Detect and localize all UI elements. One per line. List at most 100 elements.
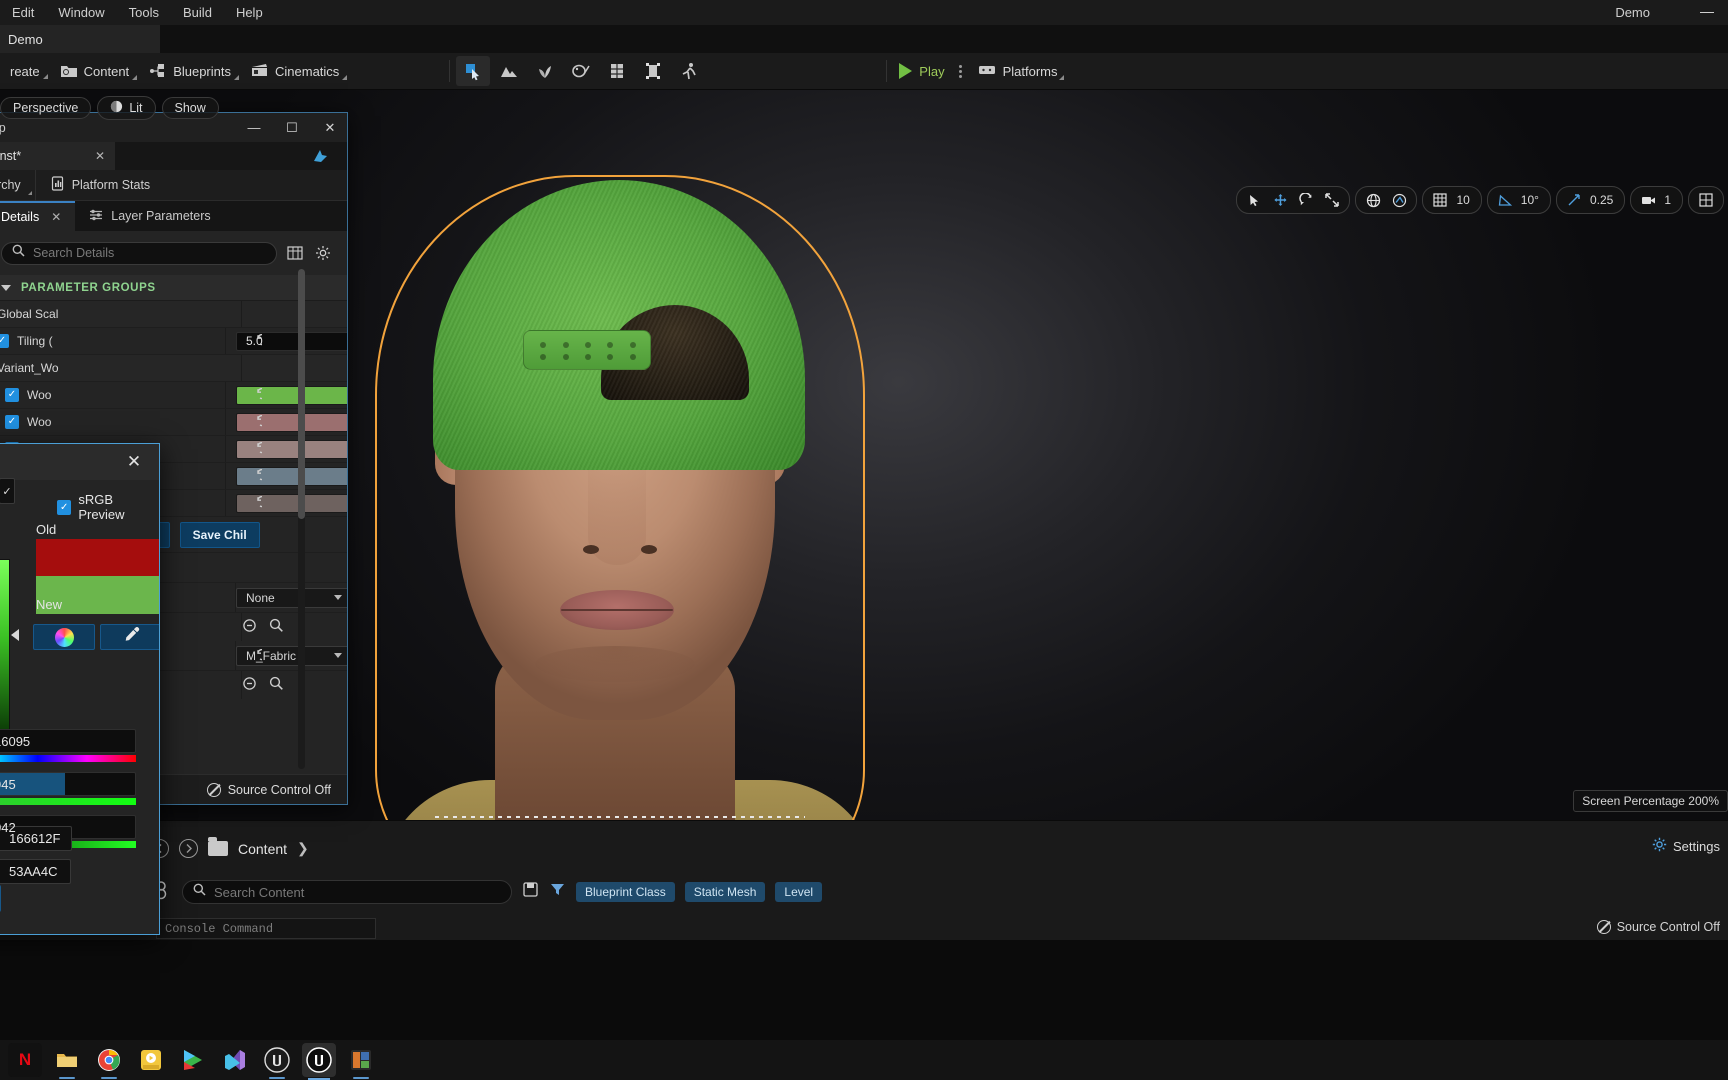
- asset-tab-close-icon[interactable]: ✕: [95, 149, 105, 163]
- param-row-color-2[interactable]: ✓ Woo: [0, 409, 347, 436]
- color-picker-dialog[interactable]: ✕ ✓ sRGB Preview ✓ Old New 6095 45 42 16…: [0, 443, 160, 935]
- close-icon[interactable]: ✕: [311, 113, 347, 142]
- taskbar-chrome-icon[interactable]: [92, 1043, 126, 1079]
- taskbar-netflix-icon[interactable]: N: [8, 1043, 42, 1077]
- save-asset-icon[interactable]: [312, 148, 329, 165]
- reset-icon[interactable]: [248, 468, 268, 483]
- content-search-input[interactable]: [214, 884, 501, 900]
- reset-icon[interactable]: [248, 387, 268, 402]
- parameter-groups-header[interactable]: PARAMETER GROUPS: [0, 275, 347, 301]
- toolbar-cinematics[interactable]: Cinematics: [241, 58, 349, 84]
- browse-asset-icon[interactable]: [242, 618, 257, 636]
- grid-snap-icon[interactable]: [1428, 189, 1452, 211]
- srgb-preview-toggle[interactable]: ✓ sRGB Preview: [57, 492, 159, 522]
- tiling-checkbox[interactable]: ✓: [0, 334, 9, 348]
- world-space-icon[interactable]: [1361, 189, 1385, 211]
- reset-icon[interactable]: [248, 495, 268, 510]
- translate-icon[interactable]: [1268, 189, 1292, 211]
- filter-funnel-icon[interactable]: [549, 881, 566, 903]
- mesh-paint-mode-icon[interactable]: [564, 56, 598, 86]
- animation-mode-icon[interactable]: [672, 56, 706, 86]
- tab-demo[interactable]: Demo: [0, 25, 160, 53]
- play-button[interactable]: Play: [893, 59, 950, 83]
- camera-speed-group[interactable]: 1: [1630, 186, 1683, 214]
- subtab-platform-stats[interactable]: Platform Stats: [34, 169, 165, 201]
- scale-snap-icon[interactable]: [1562, 189, 1586, 211]
- tab-details-close-icon[interactable]: ✕: [51, 210, 61, 224]
- fracture-mode-icon[interactable]: [600, 56, 634, 86]
- cancel-button[interactable]: Cancel: [0, 885, 1, 912]
- color-wheel-button[interactable]: [33, 624, 95, 650]
- material-menu-help[interactable]: Help: [0, 118, 15, 138]
- hue-slider-field[interactable]: 16095: [0, 729, 136, 753]
- viewport-perspective-button[interactable]: Perspective: [0, 97, 92, 119]
- tab-layer-parameters[interactable]: Layer Parameters: [75, 201, 224, 231]
- param-row-color-1[interactable]: ✓ Woo: [0, 382, 347, 409]
- camera-icon[interactable]: [1636, 189, 1660, 211]
- saturation-slider-field[interactable]: 945: [0, 772, 136, 796]
- param-row-tiling[interactable]: ✓ Tiling ( 5.0: [0, 328, 347, 355]
- value-gradient-bar[interactable]: [0, 559, 10, 734]
- grid-snap-group[interactable]: 10: [1422, 186, 1482, 214]
- group-row-variant-wood[interactable]: Variant_Wo: [0, 355, 347, 382]
- maximize-icon[interactable]: ☐: [273, 113, 311, 142]
- taskbar-media-player-icon[interactable]: [134, 1043, 168, 1077]
- menu-item-tools[interactable]: Tools: [117, 2, 171, 23]
- viewport-maximize-group[interactable]: [1688, 186, 1724, 214]
- menu-item-edit[interactable]: Edit: [0, 2, 46, 23]
- group-row-global-scalar[interactable]: Global Scal: [0, 301, 347, 328]
- browse-asset-icon[interactable]: [242, 676, 257, 694]
- save-all-icon[interactable]: [522, 881, 539, 903]
- foliage-mode-icon[interactable]: [528, 56, 562, 86]
- menu-item-window[interactable]: Window: [46, 2, 116, 23]
- play-options-icon[interactable]: [955, 64, 966, 78]
- alpha-mini-field[interactable]: ✓: [0, 478, 15, 504]
- details-scrollbar[interactable]: [298, 269, 305, 769]
- find-in-content-browser-icon[interactable]: [269, 618, 284, 636]
- landscape-mode-icon[interactable]: [492, 56, 526, 86]
- platforms-button[interactable]: Platforms: [970, 58, 1066, 84]
- taskbar-unreal-engine-icon-1[interactable]: [260, 1043, 294, 1079]
- menu-item-build[interactable]: Build: [171, 2, 224, 23]
- viewport-lit-button[interactable]: Lit: [97, 96, 156, 120]
- viewport-layout-icon[interactable]: [1694, 189, 1718, 211]
- taskbar-movies-tv-icon[interactable]: [176, 1043, 210, 1077]
- hue-slider-group[interactable]: 16095: [0, 729, 136, 765]
- content-browser-settings-button[interactable]: Settings: [1652, 837, 1720, 855]
- value-bar-marker[interactable]: [11, 629, 19, 641]
- filter-chip-static-mesh[interactable]: Static Mesh: [684, 882, 766, 902]
- rotate-icon[interactable]: [1294, 189, 1318, 211]
- menu-item-help[interactable]: Help: [224, 2, 275, 23]
- details-search-input[interactable]: [33, 246, 266, 260]
- angle-icon[interactable]: [1493, 189, 1517, 211]
- reset-icon[interactable]: [248, 648, 268, 663]
- old-color-swatch[interactable]: [36, 539, 159, 576]
- window-minimize-icon[interactable]: [1700, 12, 1714, 13]
- material-source-control-status[interactable]: Source Control Off: [206, 782, 331, 797]
- breadcrumb[interactable]: Content: [238, 841, 287, 857]
- content-browser-source-control[interactable]: Source Control Off: [1596, 920, 1720, 934]
- srgb-preview-checkbox[interactable]: ✓: [57, 499, 72, 515]
- surface-snap-icon[interactable]: [1387, 189, 1411, 211]
- content-search-box[interactable]: [182, 880, 512, 904]
- toolbar-create[interactable]: reate: [0, 60, 50, 83]
- brush-edit-mode-icon[interactable]: [636, 56, 670, 86]
- viewport-show-button[interactable]: Show: [161, 97, 219, 119]
- dropdown-none[interactable]: None: [236, 587, 347, 608]
- toolbar-content[interactable]: Content: [50, 58, 140, 84]
- details-settings-gear-icon[interactable]: [313, 243, 333, 263]
- taskbar-visual-studio-icon[interactable]: [218, 1043, 252, 1077]
- scale-icon[interactable]: [1320, 189, 1344, 211]
- details-columns-icon[interactable]: [285, 243, 305, 263]
- hex-srgb-field[interactable]: 53AA4C: [0, 859, 71, 884]
- toolbar-blueprints[interactable]: Blueprints: [139, 58, 241, 84]
- eyedropper-button[interactable]: [100, 624, 159, 650]
- rotation-snap-group[interactable]: 10°: [1486, 186, 1551, 214]
- details-search-box[interactable]: [1, 241, 277, 265]
- filter-chip-blueprint-class[interactable]: Blueprint Class: [576, 882, 675, 902]
- filter-chip-level[interactable]: Level: [775, 882, 823, 902]
- find-in-content-browser-icon[interactable]: [269, 676, 284, 694]
- color-picker-close-icon[interactable]: ✕: [123, 451, 145, 473]
- subtab-hierarchy[interactable]: erarchy: [0, 170, 35, 201]
- reset-icon[interactable]: [248, 441, 268, 456]
